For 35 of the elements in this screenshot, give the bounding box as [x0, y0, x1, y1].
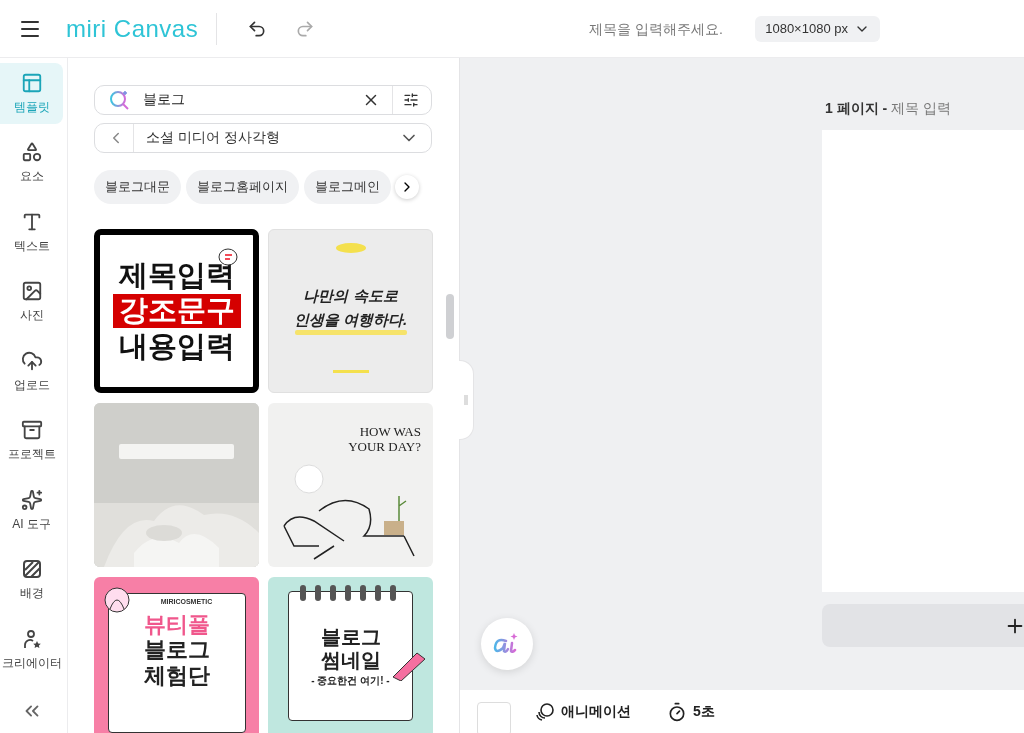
category-select[interactable]: 소셜 미디어 정사각형 [94, 123, 432, 153]
rail-item[interactable]: 배경 [0, 549, 63, 611]
search-bar[interactable]: 블로그 [94, 85, 432, 115]
template-text: 나만의 속도로 [303, 287, 398, 305]
page-number: 1 페이지 - [825, 100, 888, 118]
duration-button[interactable]: 5초 [667, 701, 715, 722]
rail-item[interactable]: 프로젝트 [0, 410, 63, 472]
template-text: 블로그 [320, 626, 381, 649]
rail-item[interactable]: 텍스트 [0, 202, 63, 263]
template-text: 강조문구 [112, 294, 241, 328]
tag-chip[interactable]: 블로그메인 [304, 170, 391, 204]
template-text: 내용입력 [118, 329, 235, 363]
rail-item[interactable]: 업로드 [0, 341, 63, 402]
template-text: 블로그 [143, 637, 210, 663]
template-thumbnail[interactable]: HOW WAS YOUR DAY? [268, 403, 433, 567]
template-text: 인생을 여행하다. [293, 310, 408, 328]
template-text: 제목입력 [118, 259, 235, 293]
tag-chip[interactable]: 블로그대문 [94, 170, 181, 204]
template-text: HOW WAS YOUR DAY? [348, 425, 421, 455]
page-title[interactable]: 제목 입력 [891, 100, 952, 118]
animation-button[interactable]: 애니메이션 [535, 701, 631, 722]
tag-chip[interactable]: 블로그홈페이지 [186, 170, 299, 204]
template-thumbnail[interactable]: 나만의 속도로 인생을 여행하다. [268, 229, 433, 393]
template-text: 썸네일 [320, 649, 381, 672]
template-text: - 중요한건 여기! - [311, 675, 390, 687]
rail-item[interactable]: 요소 [0, 132, 63, 194]
template-thumbnail[interactable]: 블로그 썸네일 - 중요한건 여기! - [268, 577, 433, 733]
size-dropdown[interactable]: 1080×1080 px [755, 15, 880, 42]
rail-item[interactable]: 크리에이터 [0, 619, 63, 680]
template-thumbnail[interactable]: 제목입력 강조문구 내용입력 [94, 229, 259, 393]
search-field[interactable]: 블로그 [141, 91, 360, 109]
template-text: 뷰티풀 [143, 612, 210, 638]
template-text: 체험단 [143, 662, 210, 688]
rail-item[interactable]: 사진 [0, 271, 63, 333]
rail-item[interactable]: AI 도구 [0, 480, 63, 541]
